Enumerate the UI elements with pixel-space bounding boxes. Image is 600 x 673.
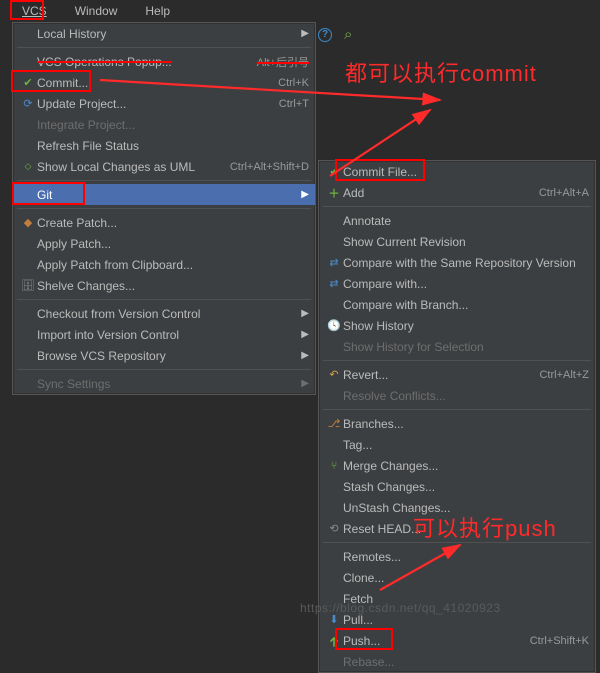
menu-checkout-from-vc[interactable]: Checkout from Version Control ▶ [13,303,315,324]
submenu-compare-with[interactable]: ⇄ Compare with... [319,273,595,294]
menu-integrate-project: Integrate Project... [13,114,315,135]
menu-apply-patch[interactable]: Apply Patch... [13,233,315,254]
submenu-show-history-selection: Show History for Selection [319,336,595,357]
separator [17,299,311,300]
menu-import-into-vc[interactable]: Import into Version Control ▶ [13,324,315,345]
separator [17,369,311,370]
annotation-box-push [335,628,393,650]
annotation-box-commit-file [335,159,425,181]
submenu-tag[interactable]: Tag... [319,434,595,455]
menu-local-history[interactable]: Local History ▶ [13,23,315,44]
revert-icon: ↶ [325,368,343,381]
submenu-merge-changes[interactable]: ⑂ Merge Changes... [319,455,595,476]
chevron-right-icon: ▶ [301,329,309,340]
plus-icon: ＋ [325,185,343,201]
shelve-icon: 🗄 [19,279,37,292]
submenu-push[interactable]: Push... Ctrl+Shift+K [319,630,595,651]
separator [17,208,311,209]
submenu-commit-file[interactable]: ✔ Commit File... [319,161,595,182]
separator [17,47,311,48]
annotation-box-git [12,182,85,205]
reset-icon: ⟲ [325,522,343,535]
submenu-remotes[interactable]: Remotes... [319,546,595,567]
toolbar-right: ? ⌕ [318,26,352,43]
menu-create-patch[interactable]: ◆ Create Patch... [13,212,315,233]
submenu-resolve-conflicts: Resolve Conflicts... [319,385,595,406]
separator [323,360,591,361]
menu-show-local-changes-uml[interactable]: ◇ Show Local Changes as UML Ctrl+Alt+Shi… [13,156,315,177]
menubar-help[interactable]: Help [133,2,182,20]
search-icon[interactable]: ⌕ [344,26,352,43]
separator [323,206,591,207]
menu-refresh-file-status[interactable]: Refresh File Status [13,135,315,156]
compare-icon: ⇄ [325,277,343,290]
annotation-text-push: 可以执行push [413,511,557,543]
patch-icon: ◆ [19,216,37,229]
history-icon: 🕓 [325,319,343,332]
submenu-rebase: Rebase... [319,651,595,672]
chevron-right-icon: ▶ [301,28,309,39]
submenu-stash-changes[interactable]: Stash Changes... [319,476,595,497]
update-icon: ⟳ [19,97,37,110]
separator [323,409,591,410]
submenu-add[interactable]: ＋ Add Ctrl+Alt+A [319,182,595,203]
menu-shelve-changes[interactable]: 🗄 Shelve Changes... [13,275,315,296]
menu-apply-patch-clipboard[interactable]: Apply Patch from Clipboard... [13,254,315,275]
annotation-text-commit: 都可以执行commit [345,56,537,88]
chevron-right-icon: ▶ [301,378,309,389]
vcs-menu: Local History ▶ VCS Operations Popup... … [12,22,316,395]
submenu-compare-repo[interactable]: ⇄ Compare with the Same Repository Versi… [319,252,595,273]
menu-vcs-operations-popup[interactable]: VCS Operations Popup... Alt+后引号 [13,51,315,72]
watermark-text: https://blog.csdn.net/qq_41020923 [300,601,501,615]
help-icon[interactable]: ? [318,28,332,42]
chevron-right-icon: ▶ [301,189,309,200]
diagram-icon: ◇ [19,161,37,172]
git-submenu: ✔ Commit File... ＋ Add Ctrl+Alt+A Annota… [318,160,596,673]
annotation-box-commit [11,70,91,92]
branch-icon: ⎇ [325,417,343,430]
menubar-window[interactable]: Window [63,2,130,20]
separator [17,180,311,181]
submenu-clone[interactable]: Clone... [319,567,595,588]
chevron-right-icon: ▶ [301,350,309,361]
menu-commit[interactable]: ✔ Commit... Ctrl+K [13,72,315,93]
merge-icon: ⑂ [325,460,343,472]
menu-sync-settings: Sync Settings ▶ [13,373,315,394]
submenu-show-history[interactable]: 🕓 Show History [319,315,595,336]
menu-update-project[interactable]: ⟳ Update Project... Ctrl+T [13,93,315,114]
chevron-right-icon: ▶ [301,308,309,319]
submenu-revert[interactable]: ↶ Revert... Ctrl+Alt+Z [319,364,595,385]
submenu-branches[interactable]: ⎇ Branches... [319,413,595,434]
submenu-annotate[interactable]: Annotate [319,210,595,231]
submenu-show-current-revision[interactable]: Show Current Revision [319,231,595,252]
submenu-compare-branch[interactable]: Compare with Branch... [319,294,595,315]
menu-git[interactable]: Git ▶ [13,184,315,205]
menu-browse-vcs-repository[interactable]: Browse VCS Repository ▶ [13,345,315,366]
annotation-box-vcs [10,0,44,20]
compare-icon: ⇄ [325,256,343,269]
